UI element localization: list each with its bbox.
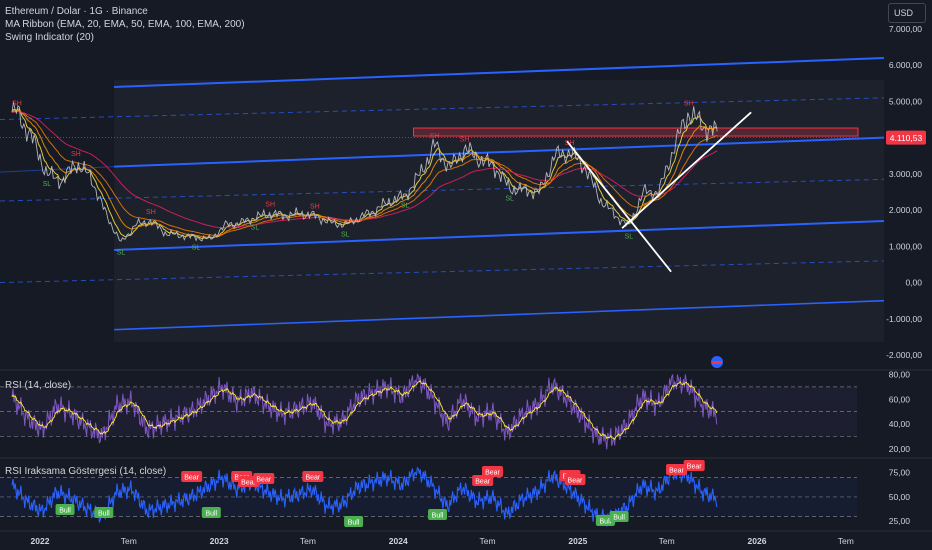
price-tick-label: -1.000,00 xyxy=(886,314,922,324)
bull-signal-label: Bull xyxy=(98,511,110,518)
bull-signal-label: Bull xyxy=(205,511,217,518)
swing-low-label: SL xyxy=(117,250,126,257)
currency-button[interactable]: USD xyxy=(888,3,926,23)
bull-signal-label: Bull xyxy=(613,515,625,522)
price-tick-label: 3.000,00 xyxy=(889,169,922,179)
swing-high-label: SH xyxy=(684,100,694,107)
us-flag-icon xyxy=(712,361,722,364)
main-pane-background xyxy=(114,80,884,342)
price-tick-label: 5.000,00 xyxy=(889,96,922,106)
last-price-label: 4.110,53 xyxy=(890,133,923,143)
swing-high-label: SH xyxy=(12,100,22,107)
channel-region xyxy=(114,80,884,342)
div-tick-label: 50,00 xyxy=(889,492,911,502)
swing-low-label: SL xyxy=(401,203,410,210)
bear-signal-label: Bear xyxy=(568,478,583,485)
swing-indicator-legend[interactable]: Swing Indicator (20) xyxy=(5,31,94,44)
time-tick-label: Tem xyxy=(838,536,854,546)
swing-low-label: SL xyxy=(625,233,634,240)
div-tick-label: 75,00 xyxy=(889,468,911,478)
rsi-tick-label: 80,00 xyxy=(889,369,911,379)
swing-low-label: SL xyxy=(341,232,350,239)
bear-signal-label: Bear xyxy=(485,470,500,477)
bear-signal-label: Bear xyxy=(256,477,271,484)
bull-signal-label: Bull xyxy=(59,508,71,515)
time-tick-label: 2024 xyxy=(389,536,408,546)
swing-low-label: SL xyxy=(251,224,260,231)
swing-high-label: SH xyxy=(265,202,275,209)
time-tick-label: Tem xyxy=(121,536,137,546)
swing-high-label: SH xyxy=(71,151,81,158)
bull-signal-label: Bull xyxy=(432,513,444,520)
ma-ribbon-legend[interactable]: MA Ribbon (EMA, 20, EMA, 50, EMA, 100, E… xyxy=(5,18,245,31)
time-tick-label: Tem xyxy=(480,536,496,546)
swing-low-label: SL xyxy=(43,181,52,188)
time-tick-label: 2025 xyxy=(568,536,587,546)
swing-high-label: SH xyxy=(460,137,470,144)
resistance-box xyxy=(412,127,859,137)
price-tick-label: 6.000,00 xyxy=(889,60,922,70)
time-tick-label: 2026 xyxy=(748,536,767,546)
swing-low-label: SL xyxy=(192,244,201,251)
rsi-divergence-legend[interactable]: RSI Iraksama Göstergesi (14, close) xyxy=(5,465,166,478)
swing-high-label: SH xyxy=(310,204,320,211)
div-tick-label: 25,00 xyxy=(889,516,911,526)
time-tick-label: Tem xyxy=(300,536,316,546)
rsi-tick-label: 60,00 xyxy=(889,394,911,404)
price-tick-label: 0,00 xyxy=(905,278,922,288)
bear-signal-label: Bear xyxy=(687,464,702,471)
bull-signal-label: Bull xyxy=(348,520,360,527)
swing-high-label: SH xyxy=(430,133,440,140)
price-tick-label: -2.000,00 xyxy=(886,350,922,360)
bear-signal-label: Bear xyxy=(305,475,320,482)
bear-signal-label: Bear xyxy=(475,479,490,486)
price-tick-label: 2.000,00 xyxy=(889,205,922,215)
time-tick-label: 2023 xyxy=(210,536,229,546)
swing-low-label: SL xyxy=(505,195,514,202)
time-tick-label: Tem xyxy=(659,536,675,546)
bear-signal-label: Bear xyxy=(669,468,684,475)
swing-high-label: SH xyxy=(146,209,156,216)
symbol-title[interactable]: Ethereum / Dolar · 1G · Binance xyxy=(5,5,148,18)
time-tick-label: 2022 xyxy=(31,536,50,546)
bear-signal-label: Bear xyxy=(184,475,199,482)
rsi-legend[interactable]: RSI (14, close) xyxy=(5,379,71,392)
price-tick-label: 7.000,00 xyxy=(889,24,922,34)
rsi-tick-label: 40,00 xyxy=(889,419,911,429)
rsi-tick-label: 20,00 xyxy=(889,444,911,454)
price-tick-label: 1.000,00 xyxy=(889,241,922,251)
